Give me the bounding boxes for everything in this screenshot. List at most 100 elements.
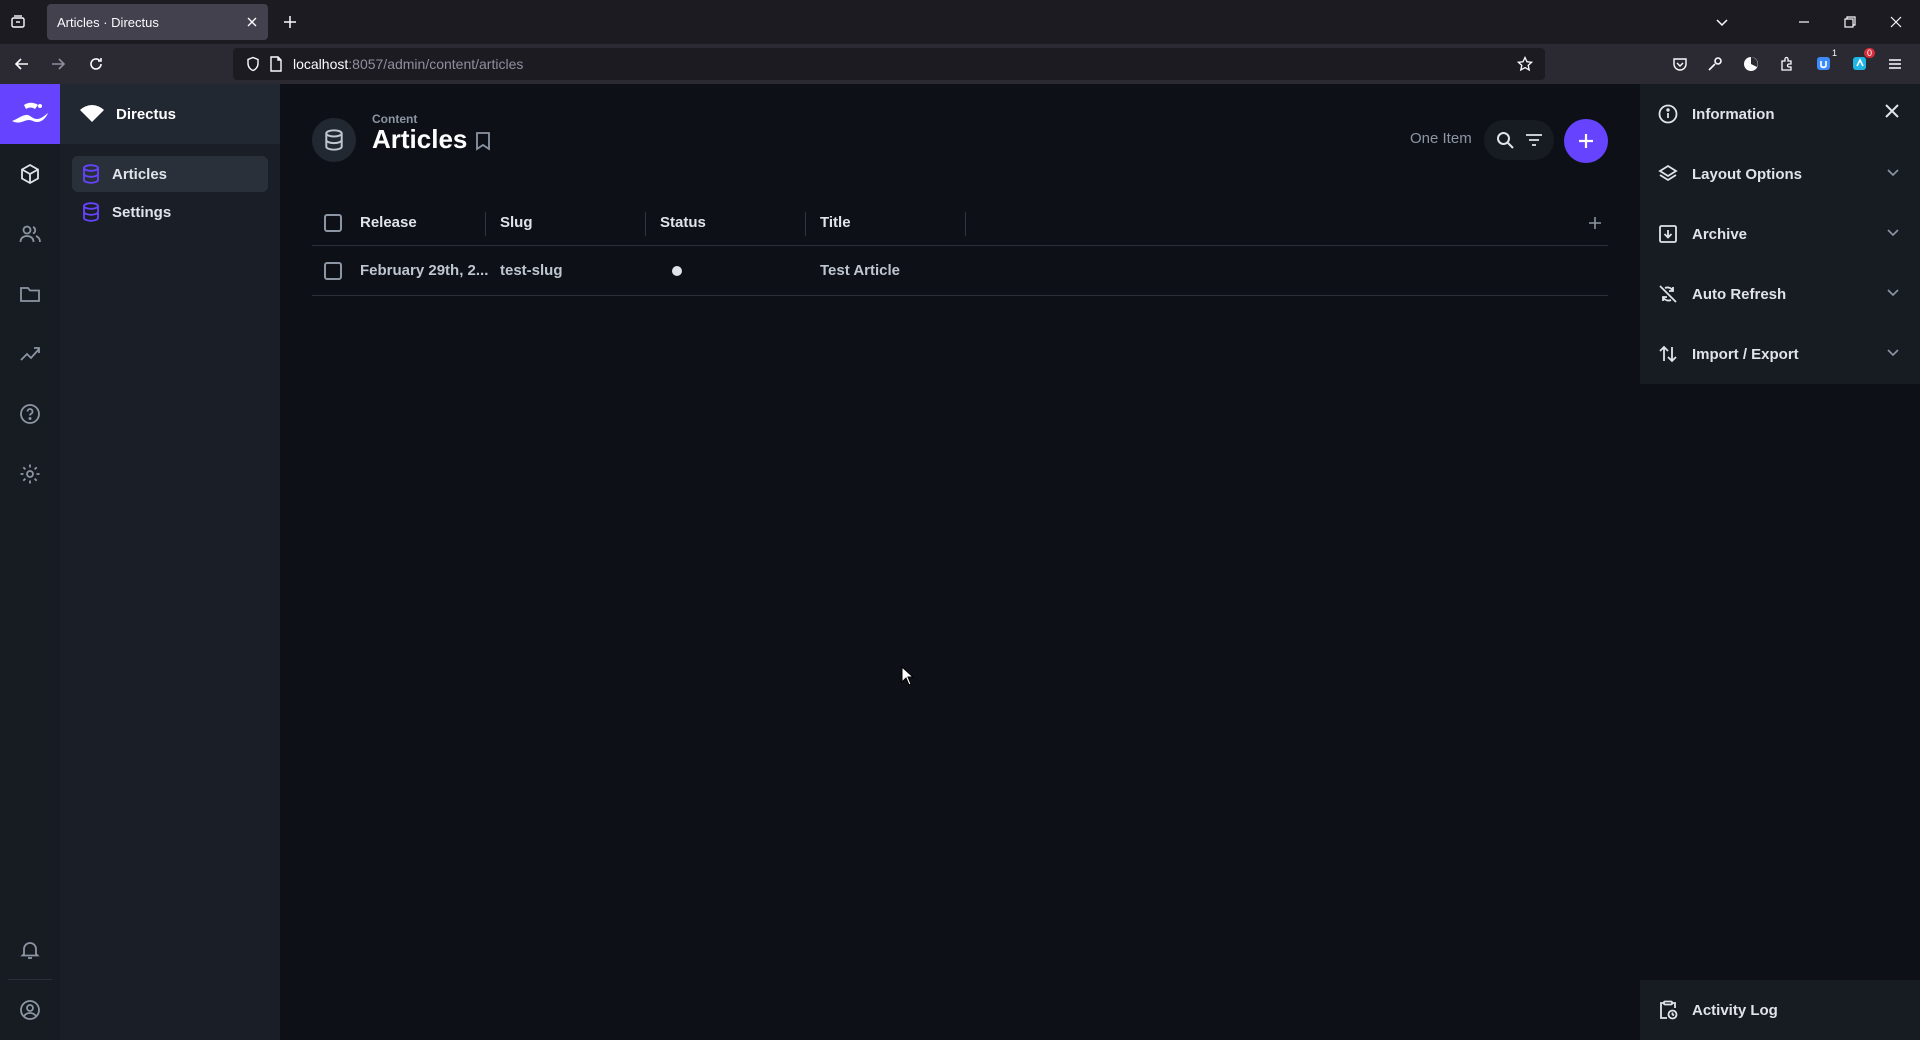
chevron-down-icon xyxy=(1886,345,1900,359)
page-info-icon[interactable] xyxy=(269,56,283,72)
browser-tab-bar: Articles · Directus xyxy=(0,0,1920,44)
settings-gear-icon[interactable] xyxy=(0,444,60,504)
sidebar-section-label: Import / Export xyxy=(1692,345,1799,363)
user-directory-icon[interactable] xyxy=(0,204,60,264)
directus-logo[interactable] xyxy=(0,84,60,144)
create-item-button[interactable] xyxy=(1564,119,1608,163)
column-resize-handle[interactable] xyxy=(805,212,806,236)
wifi-logo-icon xyxy=(80,105,104,123)
close-window-icon[interactable] xyxy=(1886,12,1906,32)
import-export-icon xyxy=(1658,344,1678,364)
activity-log-button[interactable]: Activity Log xyxy=(1640,980,1920,1040)
nav-item-label: Articles xyxy=(112,165,168,183)
bookmark-icon[interactable] xyxy=(475,131,491,151)
layers-icon xyxy=(1658,164,1678,184)
item-count: One Item xyxy=(1410,130,1472,147)
back-icon[interactable] xyxy=(12,54,32,74)
nav-item-settings[interactable]: Settings xyxy=(72,194,268,230)
right-sidebar: Information Layout Options Archive Auto … xyxy=(1640,84,1920,1040)
red-extension-icon[interactable]: 0 xyxy=(1849,48,1875,74)
project-name: Directus xyxy=(116,105,177,123)
column-resize-handle[interactable] xyxy=(645,212,646,236)
minimize-window-icon[interactable] xyxy=(1794,12,1814,32)
sidebar-section-label: Information xyxy=(1692,105,1775,123)
column-resize-handle[interactable] xyxy=(965,212,966,236)
activity-log-label: Activity Log xyxy=(1692,1001,1778,1019)
cell-title: Test Article xyxy=(820,262,901,279)
status-dot xyxy=(672,265,682,276)
cell-release: February 29th, 2... xyxy=(360,262,489,279)
url-host: localhost xyxy=(293,56,349,72)
bookmark-star-icon[interactable] xyxy=(1517,56,1533,72)
directus-app: Directus Articles Settings Content Artic… xyxy=(0,84,1920,1040)
mouse-cursor xyxy=(901,666,915,686)
column-header-release[interactable]: Release xyxy=(360,200,417,245)
hamburger-menu-icon[interactable] xyxy=(1885,54,1905,74)
sidebar-section-label: Archive xyxy=(1692,225,1748,243)
database-icon xyxy=(82,164,100,184)
extensions-puzzle-icon[interactable] xyxy=(1777,54,1797,74)
shield-icon[interactable] xyxy=(245,56,261,72)
cell-status xyxy=(672,246,682,295)
reload-icon[interactable] xyxy=(86,54,106,74)
restore-window-icon[interactable] xyxy=(1840,12,1860,32)
content-navigation: Directus Articles Settings xyxy=(60,84,280,1040)
list-all-tabs-icon[interactable] xyxy=(1712,12,1732,32)
sidebar-section-label: Auto Refresh xyxy=(1692,285,1787,303)
select-all-checkbox[interactable] xyxy=(324,200,342,245)
page-title: Articles xyxy=(372,124,468,154)
tab-title: Articles · Directus xyxy=(57,14,159,30)
sidebar-section-auto-refresh[interactable]: Auto Refresh xyxy=(1640,264,1920,324)
file-library-folder-icon[interactable] xyxy=(0,264,60,324)
clipboard-clock-icon xyxy=(1658,1000,1678,1020)
sidebar-section-layout-options[interactable]: Layout Options xyxy=(1640,144,1920,204)
nav-item-articles[interactable]: Articles xyxy=(72,156,268,192)
browser-tab-active[interactable]: Articles · Directus xyxy=(47,4,268,40)
insights-chart-icon[interactable] xyxy=(0,324,60,384)
wrench-icon[interactable] xyxy=(1705,54,1725,74)
content-module-cube-icon[interactable] xyxy=(0,144,60,204)
row-checkbox[interactable] xyxy=(324,246,342,295)
info-icon xyxy=(1658,104,1678,124)
chevron-down-icon xyxy=(1886,285,1900,299)
colorful-extension-icon[interactable] xyxy=(1741,54,1761,74)
search-icon[interactable] xyxy=(1496,131,1514,149)
pocket-icon[interactable] xyxy=(1670,54,1690,74)
column-header-status[interactable]: Status xyxy=(660,200,706,245)
cell-slug: test-slug xyxy=(500,262,563,279)
blue-extension-icon[interactable]: 1 xyxy=(1813,48,1837,74)
notifications-bell-icon[interactable] xyxy=(0,920,60,980)
table-row[interactable]: February 29th, 2... test-slug Test Artic… xyxy=(312,246,1608,296)
chevron-down-icon xyxy=(1886,225,1900,239)
items-table: Release Slug Status Title February 29th,… xyxy=(312,200,1608,296)
collection-database-icon xyxy=(312,118,356,162)
tab-close-icon[interactable] xyxy=(246,16,258,28)
browser-nav-bar: localhost:8057/admin/content/articles 1 … xyxy=(0,44,1920,84)
user-account-icon[interactable] xyxy=(0,980,60,1040)
url-bar[interactable]: localhost:8057/admin/content/articles xyxy=(233,48,1545,80)
project-header[interactable]: Directus xyxy=(60,84,280,144)
sidebar-section-import-export[interactable]: Import / Export xyxy=(1640,324,1920,384)
add-field-icon[interactable] xyxy=(1588,200,1602,245)
column-header-title[interactable]: Title xyxy=(820,200,851,245)
url-path: :8057/admin/content/articles xyxy=(348,56,524,72)
forward-icon[interactable] xyxy=(48,54,68,74)
module-bar xyxy=(0,84,60,1040)
table-header: Release Slug Status Title xyxy=(312,200,1608,246)
filter-icon[interactable] xyxy=(1525,133,1543,147)
tab-list-icon[interactable] xyxy=(8,12,28,32)
extension-badge: 0 xyxy=(1863,48,1875,58)
main-content: Content Articles One Item Release Slug S… xyxy=(280,84,1640,1040)
nav-item-label: Settings xyxy=(112,203,172,221)
sidebar-panel: Information Layout Options Archive Auto … xyxy=(1640,84,1920,384)
database-icon xyxy=(82,202,100,222)
new-tab-icon[interactable] xyxy=(280,12,300,32)
help-icon[interactable] xyxy=(0,384,60,444)
sidebar-section-archive[interactable]: Archive xyxy=(1640,204,1920,264)
sidebar-section-information[interactable]: Information xyxy=(1640,84,1920,144)
close-sidebar-icon[interactable] xyxy=(1884,103,1900,119)
chevron-down-icon xyxy=(1886,165,1900,179)
column-resize-handle[interactable] xyxy=(485,212,486,236)
search-filter-pill[interactable] xyxy=(1484,120,1554,160)
column-header-slug[interactable]: Slug xyxy=(500,200,533,245)
